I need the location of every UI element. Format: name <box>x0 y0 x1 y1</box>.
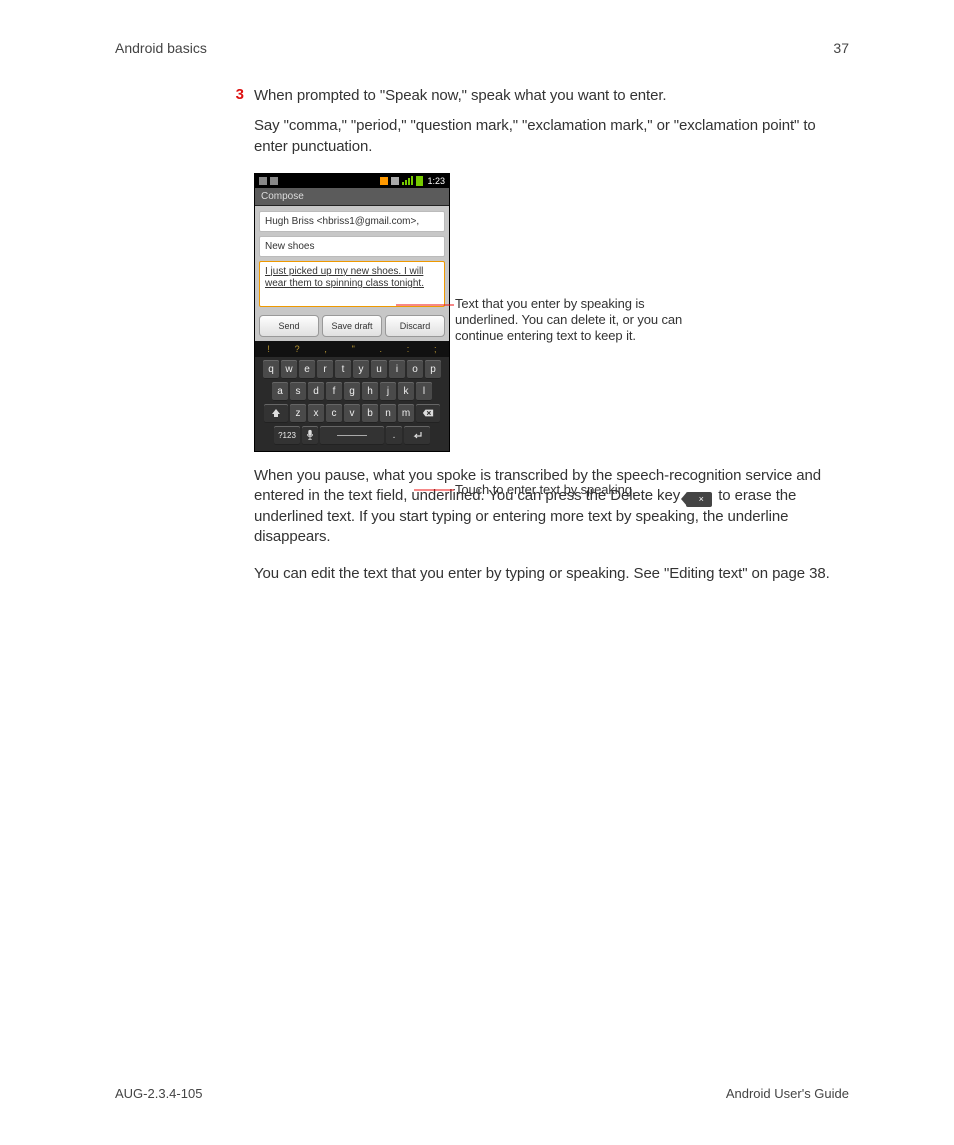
delete-key-icon: × <box>686 492 712 507</box>
save-draft-button[interactable]: Save draft <box>322 315 382 337</box>
key-h[interactable]: h <box>362 382 378 401</box>
hint-key[interactable]: . <box>380 344 383 354</box>
key-b[interactable]: b <box>362 404 378 423</box>
key-x[interactable]: x <box>308 404 324 423</box>
page-header: Android basics 37 <box>115 40 849 56</box>
step-number: 3 <box>220 86 244 106</box>
key-r[interactable]: r <box>317 360 333 379</box>
key-v[interactable]: v <box>344 404 360 423</box>
paragraph-edit: You can edit the text that you enter by … <box>254 564 835 584</box>
doc-title: Android User's Guide <box>726 1086 849 1101</box>
key-e[interactable]: e <box>299 360 315 379</box>
symbols-key[interactable]: ?123 <box>274 426 300 445</box>
section-title: Android basics <box>115 40 207 56</box>
key-w[interactable]: w <box>281 360 297 379</box>
annotation-underline: Text that you enter by speaking is under… <box>455 296 705 345</box>
period-key[interactable]: . <box>386 426 402 445</box>
notif-icon <box>259 177 267 185</box>
key-g[interactable]: g <box>344 382 360 401</box>
key-k[interactable]: k <box>398 382 414 401</box>
doc-id: AUG-2.3.4-105 <box>115 1086 202 1101</box>
notif-icon <box>270 177 278 185</box>
send-button[interactable]: Send <box>259 315 319 337</box>
space-key[interactable] <box>320 426 384 445</box>
key-j[interactable]: j <box>380 382 396 401</box>
key-u[interactable]: u <box>371 360 387 379</box>
figure: 1:23 Compose Hugh Briss <hbriss1@gmail.c… <box>254 173 849 452</box>
paragraph-transcribe: When you pause, what you spoke is transc… <box>254 466 835 548</box>
key-f[interactable]: f <box>326 382 342 401</box>
key-c[interactable]: c <box>326 404 342 423</box>
step-3: 3 When prompted to "Speak now," speak wh… <box>220 86 849 106</box>
hint-key[interactable]: : <box>407 344 410 354</box>
hint-key[interactable]: " <box>352 344 355 354</box>
hint-key[interactable]: , <box>324 344 327 354</box>
key-i[interactable]: i <box>389 360 405 379</box>
key-t[interactable]: t <box>335 360 351 379</box>
key-y[interactable]: y <box>353 360 369 379</box>
mic-key[interactable] <box>302 426 318 445</box>
gps-icon <box>391 177 399 185</box>
paragraph-punctuation: Say "comma," "period," "question mark," … <box>254 116 835 157</box>
signal-icon <box>402 176 413 185</box>
hint-key[interactable]: ! <box>267 344 270 354</box>
hint-key[interactable]: ? <box>295 344 300 354</box>
page-number: 37 <box>833 40 849 56</box>
key-s[interactable]: s <box>290 382 306 401</box>
body-text: I just picked up my new shoes. I will we… <box>265 266 424 290</box>
key-d[interactable]: d <box>308 382 324 401</box>
download-icon <box>380 177 388 185</box>
key-z[interactable]: z <box>290 404 306 423</box>
step-text: When prompted to "Speak now," speak what… <box>254 86 667 106</box>
shift-key[interactable] <box>264 404 288 423</box>
page-footer: AUG-2.3.4-105 Android User's Guide <box>115 1086 849 1101</box>
key-q[interactable]: q <box>263 360 279 379</box>
key-n[interactable]: n <box>380 404 396 423</box>
annotation-mic: Touch to enter text by speaking. <box>455 482 635 498</box>
key-a[interactable]: a <box>272 382 288 401</box>
key-m[interactable]: m <box>398 404 414 423</box>
